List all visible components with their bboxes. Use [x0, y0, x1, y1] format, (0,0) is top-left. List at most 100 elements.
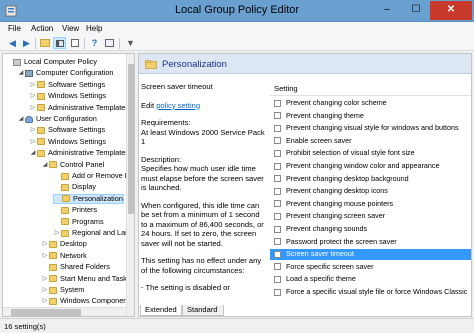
- policy-setting-icon: [274, 112, 281, 120]
- tab-standard[interactable]: Standard: [182, 305, 224, 316]
- setting-row[interactable]: Prevent changing color scheme: [270, 98, 471, 108]
- expand-arrow-icon[interactable]: ▷: [29, 80, 37, 90]
- expand-arrow-icon[interactable]: ▷: [53, 228, 61, 238]
- setting-row[interactable]: Prevent changing desktop icons: [270, 186, 471, 196]
- scrollbar-thumb[interactable]: [11, 309, 81, 316]
- folder-icon: [49, 275, 57, 283]
- expand-arrow-icon[interactable]: ▷: [29, 103, 37, 113]
- menu-view[interactable]: View: [62, 24, 79, 33]
- tree-node[interactable]: ◢ User Configuration: [17, 114, 97, 124]
- close-button[interactable]: ✕: [430, 1, 472, 20]
- expand-arrow-icon[interactable]: ▷: [29, 125, 37, 135]
- setting-row[interactable]: Enable screen saver: [270, 136, 471, 146]
- expand-arrow-icon[interactable]: ▷: [41, 285, 49, 295]
- folder-icon: [37, 126, 45, 134]
- properties-icon[interactable]: [103, 37, 116, 49]
- setting-label: Prohibit selection of visual style font …: [286, 148, 415, 158]
- edit-policy-setting-link[interactable]: policy setting: [156, 101, 200, 110]
- main-window: Local Group Policy Editor – ☐ ✕ File Act…: [0, 0, 474, 333]
- tree-node[interactable]: ▷Regional and Language: [53, 228, 134, 238]
- column-header-setting[interactable]: Setting: [270, 82, 471, 96]
- expand-arrow-icon[interactable]: ◢: [29, 148, 37, 158]
- back-arrow-icon[interactable]: ◀: [6, 37, 19, 49]
- tab-extended[interactable]: Extended: [140, 305, 182, 316]
- tree-node-label: Personalization: [73, 193, 123, 203]
- expand-arrow-icon[interactable]: ▷: [41, 251, 49, 261]
- setting-row[interactable]: Prevent changing window color and appear…: [270, 161, 471, 171]
- tree-node[interactable]: ▷ Desktop: [41, 239, 87, 249]
- setting-row[interactable]: Load a specific theme: [270, 274, 471, 284]
- minimize-button[interactable]: –: [372, 1, 402, 20]
- tree-node[interactable]: ▷ Start Menu and Taskbar: [41, 274, 134, 284]
- forward-arrow-icon[interactable]: ▶: [20, 37, 33, 49]
- tree-node[interactable]: Add or Remove Programs: [53, 171, 134, 181]
- setting-row[interactable]: Prevent changing desktop background: [270, 174, 471, 184]
- tree-node[interactable]: ▷ System: [41, 285, 85, 295]
- tree-node[interactable]: ▷ Software Settings: [29, 125, 106, 135]
- setting-row[interactable]: Prevent changing theme: [270, 111, 471, 121]
- expand-arrow-icon[interactable]: ◢: [17, 68, 25, 78]
- tree-node-label: User Configuration: [36, 114, 97, 123]
- show-hide-tree-icon[interactable]: [53, 37, 66, 49]
- setting-label: Screen saver timeout: [286, 249, 354, 259]
- setting-row[interactable]: Prevent changing screen saver: [270, 211, 471, 221]
- setting-row[interactable]: Prevent changing visual style for window…: [270, 123, 471, 133]
- tree-node[interactable]: ▷ Administrative Templates: [29, 103, 129, 113]
- tree-node[interactable]: ◢ Control Panel: [41, 160, 105, 170]
- tree-node[interactable]: ▷ Windows Settings: [29, 91, 106, 101]
- menu-action[interactable]: Action: [31, 24, 53, 33]
- tree-node-label: Printers: [72, 205, 98, 215]
- setting-row[interactable]: Prohibit selection of visual style font …: [270, 148, 471, 158]
- setting-row[interactable]: Prevent changing mouse pointers: [270, 199, 471, 209]
- console-tree: Local Computer Policy ◢ Computer Configura…: [2, 53, 135, 317]
- tree-node[interactable]: ◢ Administrative Templates: [29, 148, 129, 158]
- expand-arrow-icon[interactable]: ▷: [41, 239, 49, 249]
- expand-arrow-icon[interactable]: ▷: [29, 137, 37, 147]
- folder-icon: [37, 149, 45, 157]
- tree-node[interactable]: ▷ Windows Components: [41, 296, 133, 306]
- expand-arrow-icon[interactable]: ▷: [41, 296, 49, 306]
- tree-node[interactable]: ▷ Software Settings: [29, 80, 106, 90]
- tree-node[interactable]: ▷ Network: [41, 251, 87, 261]
- expand-arrow-icon[interactable]: ▷: [41, 274, 49, 284]
- expand-arrow-icon[interactable]: ▷: [29, 91, 37, 101]
- tree-node[interactable]: Personalization: [53, 193, 124, 204]
- tree-horizontal-scrollbar[interactable]: [3, 307, 126, 316]
- setting-row[interactable]: Force specific screen saver: [270, 262, 471, 272]
- tree-vertical-scrollbar[interactable]: [126, 54, 134, 316]
- tree-node[interactable]: Printers: [53, 205, 97, 215]
- tree-node[interactable]: Local Computer Policy: [5, 57, 97, 67]
- export-list-icon[interactable]: [68, 37, 81, 49]
- policy-setting-icon: [274, 99, 281, 107]
- description-paragraph: - The setting is disabled or: [141, 283, 230, 292]
- expand-arrow-icon[interactable]: ◢: [17, 114, 25, 124]
- policy-setting-icon: [274, 200, 281, 208]
- filter-icon[interactable]: ▼: [124, 37, 137, 49]
- tree-node[interactable]: Programs: [53, 217, 104, 227]
- tree-node-label: Windows Settings: [48, 91, 106, 101]
- up-folder-icon[interactable]: [38, 37, 51, 49]
- tree-node[interactable]: ▷ Windows Settings: [29, 137, 106, 147]
- setting-row[interactable]: Prevent changing sounds: [270, 224, 471, 234]
- details-title: Personalization: [162, 59, 227, 70]
- toolbar-separator: [119, 38, 120, 49]
- tree-node[interactable]: ◢ Computer Configuration: [17, 68, 114, 78]
- policy-setting-icon: [274, 162, 281, 170]
- view-tabs: Extended Standard: [140, 305, 472, 317]
- scrollbar-thumb[interactable]: [128, 64, 134, 214]
- setting-row[interactable]: Password protect the screen saver: [270, 237, 471, 247]
- menu-help[interactable]: Help: [86, 24, 102, 33]
- policy-icon: [13, 58, 21, 66]
- help-icon[interactable]: ?: [88, 37, 101, 49]
- menu-file[interactable]: File: [8, 24, 21, 33]
- tree-node-label: Local Computer Policy: [24, 57, 98, 66]
- tree-node[interactable]: Shared Folders: [41, 262, 110, 272]
- setting-row[interactable]: Force a specific visual style file or fo…: [270, 287, 471, 297]
- tree-node-label: Network: [60, 250, 87, 260]
- expand-arrow-icon[interactable]: ◢: [41, 160, 49, 170]
- maximize-button[interactable]: ☐: [404, 1, 428, 20]
- setting-row[interactable]: Screen saver timeout: [270, 249, 471, 260]
- policy-setting-icon: [274, 238, 281, 246]
- title-bar: Local Group Policy Editor – ☐ ✕: [0, 0, 474, 22]
- tree-node[interactable]: Display: [53, 182, 96, 192]
